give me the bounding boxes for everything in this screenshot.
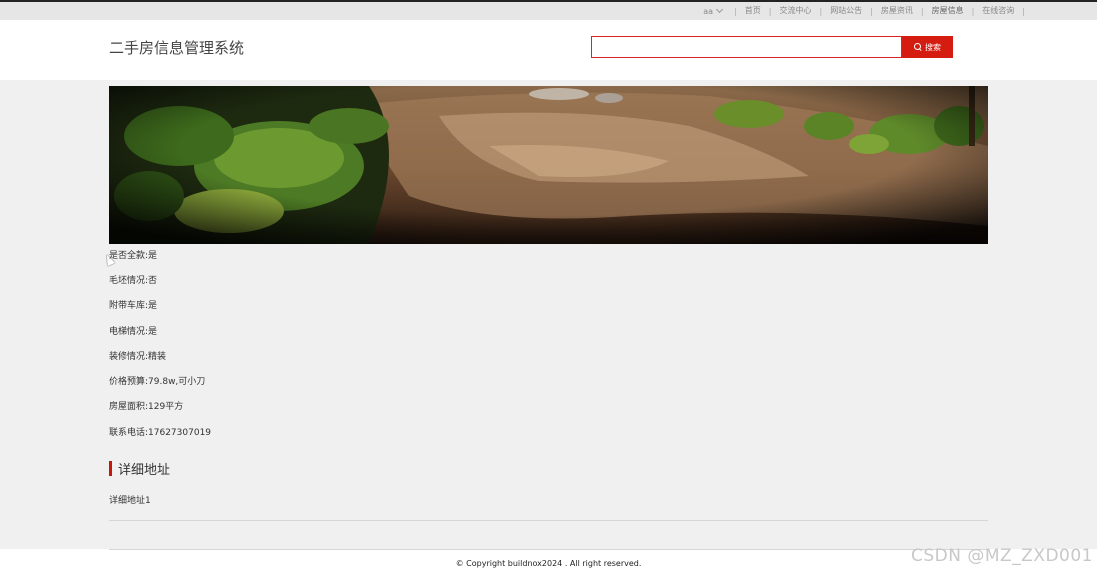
- detail-price: 价格预算:79.8w,可小刀: [109, 377, 206, 387]
- search-icon: [914, 43, 922, 51]
- watermark: CSDN @MZ_ZXD001: [910, 546, 1093, 566]
- detail-rough-condition: 毛坯情况:否: [109, 276, 158, 286]
- address-content: 详细地址1: [109, 496, 151, 506]
- address-section-title: 详细地址: [109, 460, 171, 478]
- detail-area: 房屋面积:129平方: [109, 402, 184, 412]
- nav-separator: |: [971, 6, 975, 16]
- detail-full-payment: 是否全款:是: [109, 251, 158, 261]
- address-title: 详细地址: [118, 462, 171, 478]
- top-bar: aa | 首页 | 交流中心 | 网站公告 | 房屋资讯 | 房屋信息 | 在线…: [0, 0, 1097, 22]
- detail-decoration: 装修情况:精装: [109, 352, 167, 362]
- detail-phone: 联系电话:17627307019: [109, 428, 212, 438]
- banner-image: [109, 86, 988, 244]
- site-header: 二手房信息管理系统 搜索: [0, 20, 1097, 80]
- detail-elevator: 电梯情况:是: [109, 327, 158, 337]
- user-name: aa: [703, 6, 714, 16]
- nav-separator: |: [734, 6, 737, 16]
- divider: [109, 520, 988, 521]
- search-button-label: 搜索: [925, 42, 941, 52]
- search-input[interactable]: [591, 36, 902, 58]
- nav-item-consult[interactable]: 在线咨询: [976, 4, 1020, 18]
- chevron-down-icon: [716, 5, 724, 14]
- section-marker: [109, 460, 112, 476]
- search-button[interactable]: 搜索: [902, 36, 953, 58]
- nav-item-forum[interactable]: 交流中心: [773, 4, 817, 18]
- nav-separator: |: [1022, 6, 1025, 16]
- nav-separator: |: [819, 6, 823, 16]
- nav-item-news[interactable]: 房屋资讯: [875, 4, 919, 18]
- nav-separator: |: [768, 6, 772, 16]
- nav-item-house-info[interactable]: 房屋信息: [926, 4, 970, 22]
- nav-separator: |: [920, 6, 924, 16]
- footer-divider: [109, 549, 988, 550]
- user-menu[interactable]: aa: [693, 5, 732, 16]
- nav-separator: |: [870, 6, 873, 16]
- nav-item-home[interactable]: 首页: [739, 4, 767, 18]
- detail-garage: 附带车库:是: [109, 301, 158, 311]
- forest-path-image: [109, 86, 988, 244]
- top-nav: aa | 首页 | 交流中心 | 网站公告 | 房屋资讯 | 房屋信息 | 在线…: [693, 4, 1027, 22]
- site-title: 二手房信息管理系统: [109, 39, 245, 57]
- nav-item-notice[interactable]: 网站公告: [824, 4, 868, 18]
